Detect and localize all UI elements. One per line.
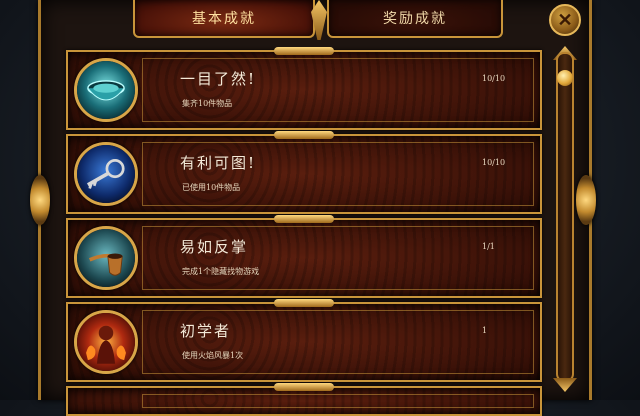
pipe-icon bbox=[74, 226, 138, 290]
card-ornament bbox=[274, 299, 334, 307]
scrollbar-thumb[interactable] bbox=[557, 70, 573, 86]
bowl-icon bbox=[74, 58, 138, 122]
achievement-desc: 使用火焰风暴1次 bbox=[182, 351, 244, 360]
tab-basic-achievements[interactable]: 基本成就 bbox=[133, 0, 315, 38]
achievement-card[interactable]: 易如反掌 完成1个隐藏找物游戏 1/1 bbox=[66, 215, 542, 298]
tab-basic-label: 基本成就 bbox=[192, 11, 256, 27]
achievement-card[interactable]: 有利可图! 已使用10件物品 10/10 bbox=[66, 131, 542, 214]
close-icon: ✕ bbox=[557, 9, 573, 31]
card-ornament bbox=[274, 47, 334, 55]
achievement-title: 初学者 bbox=[180, 322, 232, 340]
right-ornament bbox=[576, 175, 596, 225]
card-ornament bbox=[274, 383, 334, 391]
achievement-title: 易如反掌 bbox=[180, 238, 249, 256]
achievement-progress: 1 bbox=[482, 326, 488, 335]
achievement-progress: 10/10 bbox=[482, 74, 506, 83]
achievement-card[interactable]: 初学者 使用火焰风暴1次 1 bbox=[66, 299, 542, 382]
achievement-progress: 1/1 bbox=[482, 242, 495, 251]
scrollbar-track[interactable] bbox=[556, 52, 574, 382]
left-ornament bbox=[30, 175, 50, 225]
tab-reward-label: 奖励成就 bbox=[383, 11, 447, 27]
achievement-card[interactable] bbox=[66, 383, 542, 416]
achievement-progress: 10/10 bbox=[482, 158, 506, 167]
achievement-desc: 完成1个隐藏找物游戏 bbox=[182, 267, 260, 276]
achievement-desc: 已使用10件物品 bbox=[182, 183, 241, 192]
achievement-desc: 集齐10件物品 bbox=[182, 99, 233, 108]
close-button[interactable]: ✕ bbox=[549, 4, 581, 36]
fire-mage-icon bbox=[74, 310, 138, 374]
achievement-card[interactable]: 一目了然! 集齐10件物品 10/10 bbox=[66, 47, 542, 130]
achievement-title: 一目了然! bbox=[180, 70, 257, 88]
card-ornament bbox=[274, 131, 334, 139]
key-icon bbox=[74, 142, 138, 206]
achievement-title: 有利可图! bbox=[180, 154, 257, 172]
tab-reward-achievements[interactable]: 奖励成就 bbox=[327, 0, 503, 38]
card-ornament bbox=[274, 215, 334, 223]
